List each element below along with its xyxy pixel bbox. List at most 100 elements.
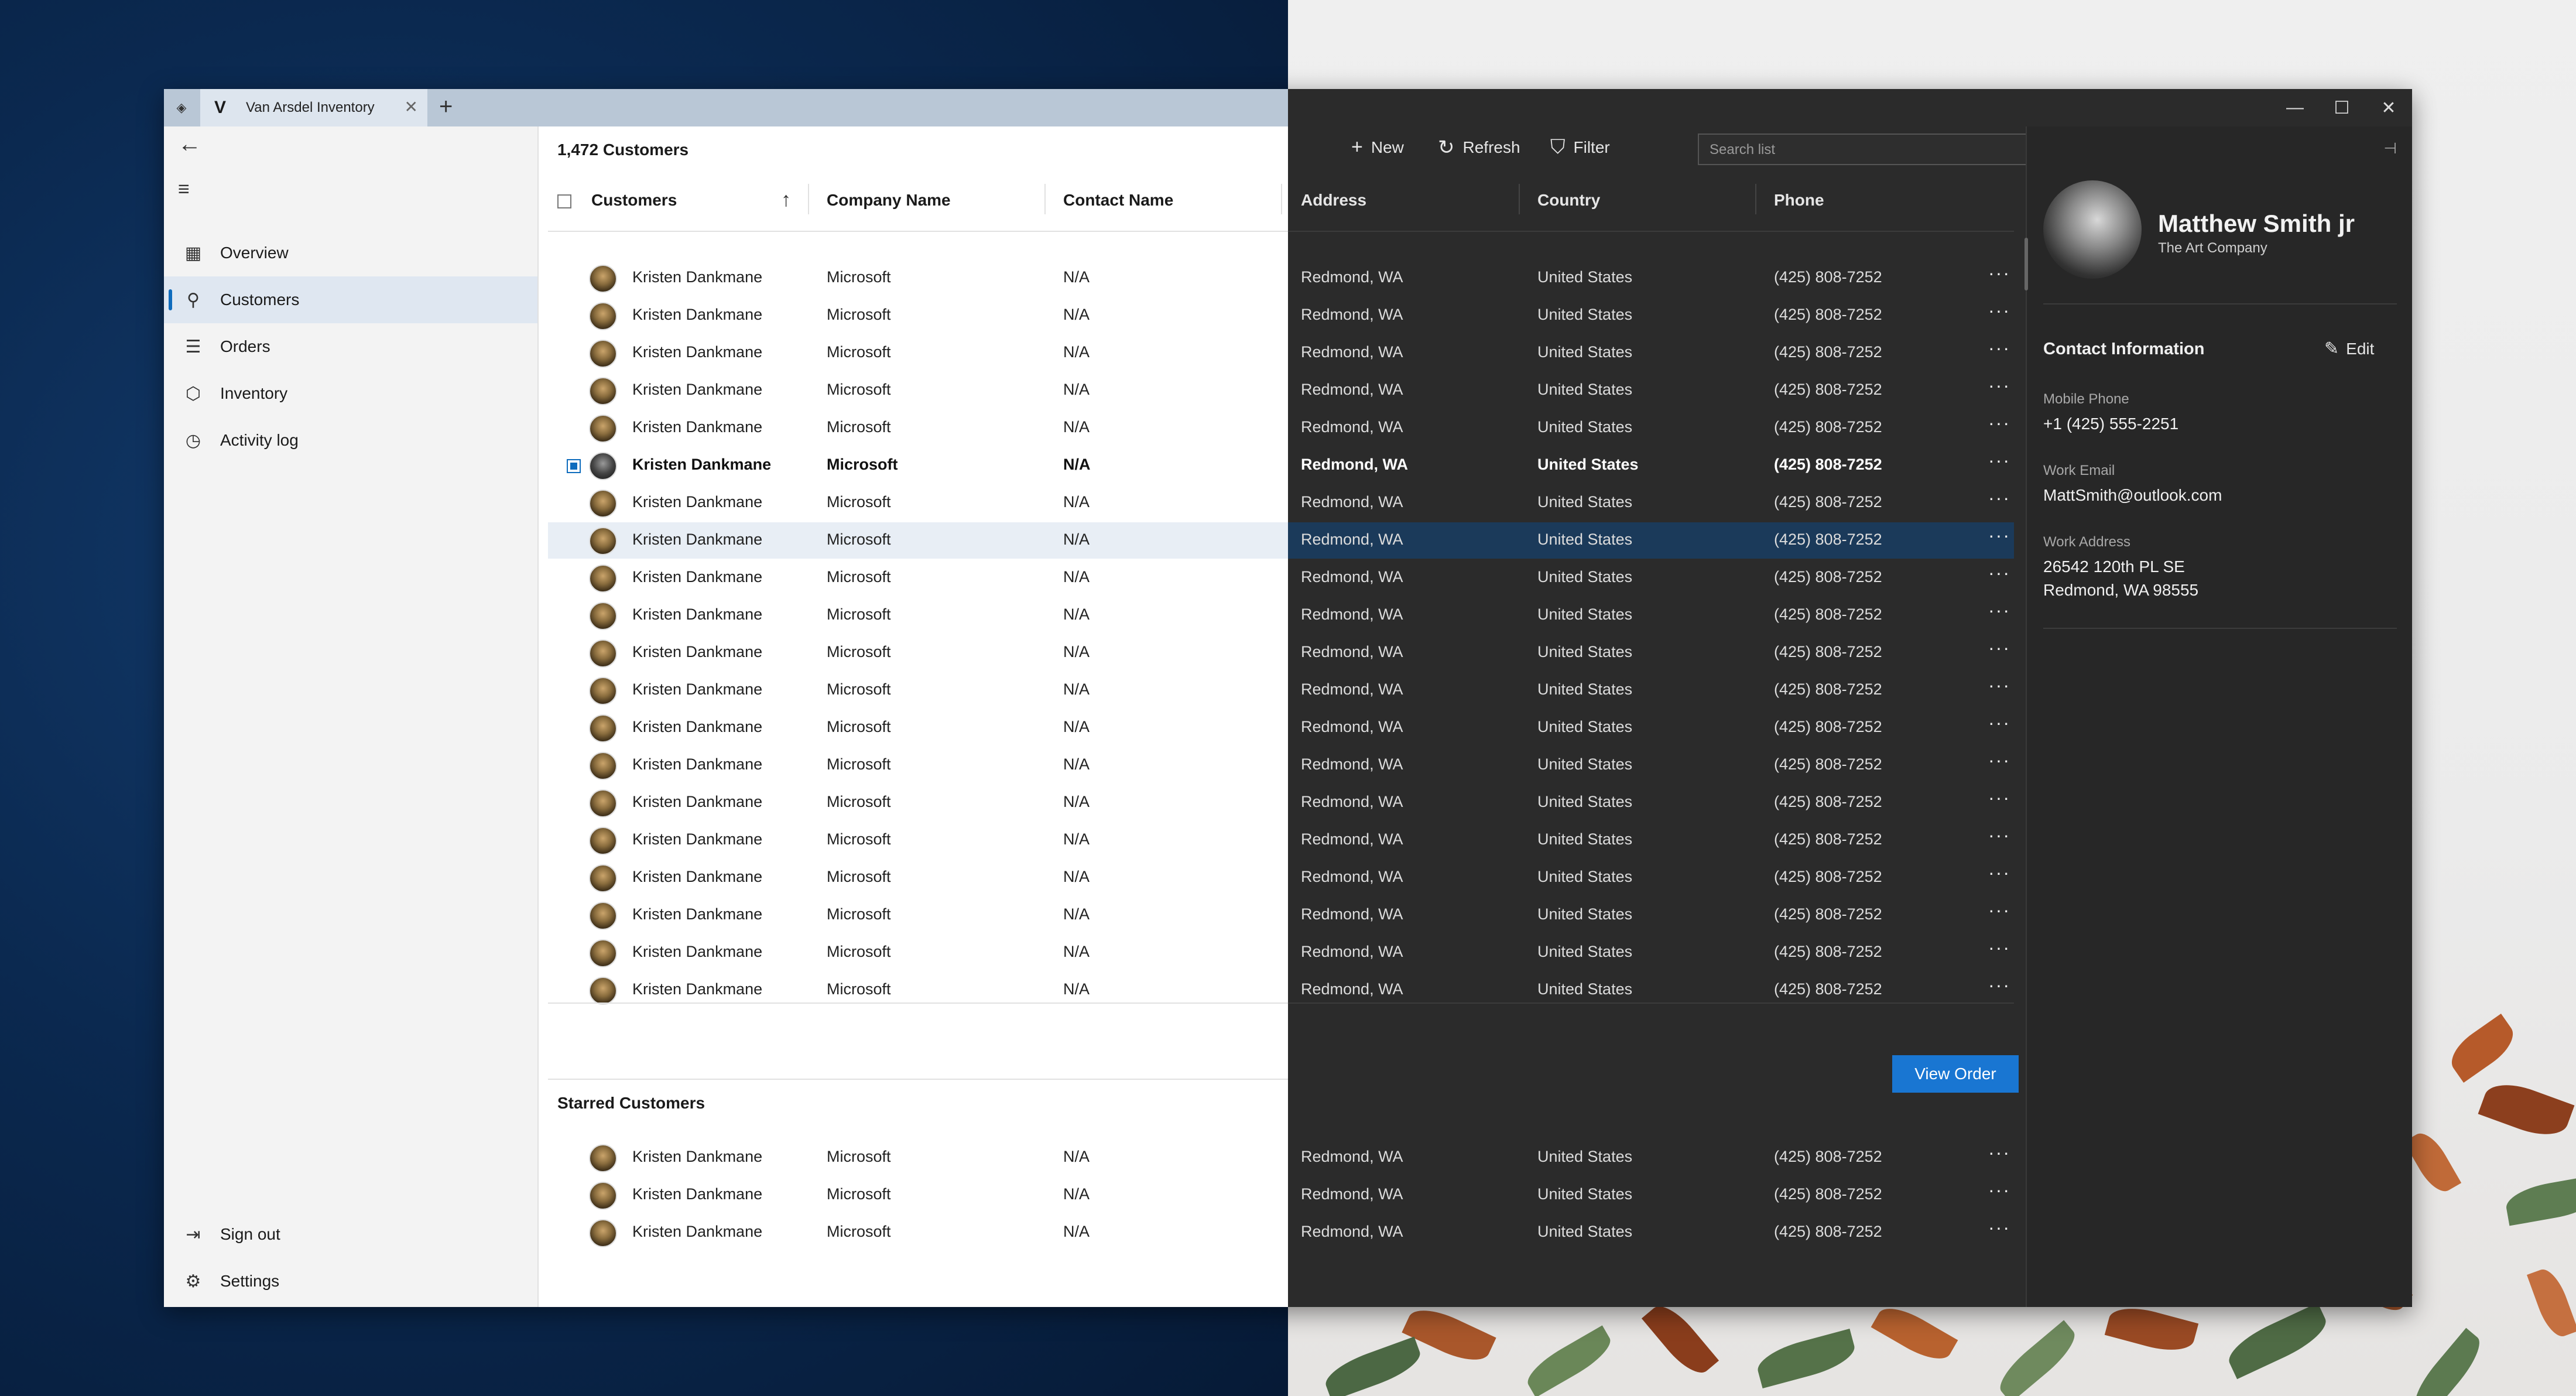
country-cell: United States bbox=[1537, 531, 1633, 548]
more-options-icon[interactable]: ··· bbox=[1988, 824, 2010, 846]
more-options-icon[interactable]: ··· bbox=[1988, 412, 2010, 434]
more-options-icon[interactable]: ··· bbox=[1988, 300, 2010, 321]
address-cell: Redmond, WA bbox=[1301, 718, 1403, 735]
more-options-icon[interactable]: ··· bbox=[1988, 750, 2010, 771]
hamburger-menu-icon[interactable]: ≡ bbox=[178, 178, 190, 201]
more-options-icon[interactable]: ··· bbox=[1988, 1142, 2010, 1164]
tab-close-icon[interactable]: ✕ bbox=[405, 97, 418, 117]
sidebar-item-settings[interactable]: ⚙ Settings bbox=[164, 1258, 537, 1305]
table-row[interactable] bbox=[164, 597, 165, 598]
table-row[interactable] bbox=[164, 372, 165, 373]
more-options-icon[interactable]: ··· bbox=[1988, 1217, 2010, 1238]
more-options-icon[interactable]: ··· bbox=[1988, 899, 2010, 921]
more-options-icon[interactable]: ··· bbox=[1988, 937, 2010, 959]
customer-name-cell: Kristen Dankmane bbox=[632, 268, 763, 286]
tab-van-arsdel[interactable]: V Van Arsdel Inventory ✕ bbox=[200, 89, 427, 126]
sidebar-item-label: Activity log bbox=[220, 431, 299, 449]
pin-icon[interactable]: ⊣ bbox=[2383, 139, 2397, 158]
column-header-customers[interactable]: Customers bbox=[591, 191, 677, 210]
more-options-icon[interactable]: ··· bbox=[1988, 675, 2010, 696]
more-options-icon[interactable]: ··· bbox=[1988, 525, 2010, 546]
select-all-checkbox[interactable] bbox=[557, 194, 571, 208]
country-cell: United States bbox=[1537, 418, 1633, 436]
maximize-button[interactable]: ☐ bbox=[2318, 94, 2365, 122]
company-cell: Microsoft bbox=[827, 568, 891, 586]
table-row[interactable] bbox=[164, 260, 165, 261]
table-row[interactable] bbox=[164, 447, 165, 448]
search-input[interactable]: Search list ⌕ bbox=[1698, 134, 2073, 165]
address-cell: Redmond, WA bbox=[1301, 605, 1403, 623]
contact-name: Matthew Smith jr bbox=[2158, 210, 2355, 237]
table-row[interactable] bbox=[164, 335, 165, 336]
avatar bbox=[589, 789, 617, 817]
table-row[interactable] bbox=[164, 1177, 165, 1178]
more-options-icon[interactable]: ··· bbox=[1988, 375, 2010, 396]
table-row[interactable] bbox=[164, 972, 165, 973]
column-header-address[interactable]: Address bbox=[1301, 191, 1366, 210]
customer-name-cell: Kristen Dankmane bbox=[632, 306, 763, 323]
plus-icon: + bbox=[1351, 136, 1363, 158]
table-row[interactable] bbox=[164, 522, 165, 523]
table-row[interactable] bbox=[164, 672, 165, 673]
minimize-button[interactable]: — bbox=[2272, 94, 2318, 122]
address-cell: Redmond, WA bbox=[1301, 980, 1403, 998]
row-checkbox[interactable] bbox=[567, 459, 581, 473]
contact-cell: N/A bbox=[1063, 718, 1090, 735]
new-button[interactable]: + New bbox=[1351, 136, 1404, 159]
more-options-icon[interactable]: ··· bbox=[1988, 337, 2010, 359]
refresh-button[interactable]: ↻ Refresh bbox=[1438, 136, 1520, 159]
table-row[interactable] bbox=[164, 897, 165, 898]
more-options-icon[interactable]: ··· bbox=[1988, 487, 2010, 509]
more-options-icon[interactable]: ··· bbox=[1988, 262, 2010, 284]
country-cell: United States bbox=[1537, 905, 1633, 923]
table-row[interactable] bbox=[164, 297, 165, 298]
tab-menu-icon[interactable]: ◈ bbox=[164, 89, 199, 126]
sidebar-item-customers[interactable]: ⚲ Customers bbox=[164, 276, 537, 323]
back-arrow-icon[interactable]: ← bbox=[178, 131, 201, 158]
customer-count: 1,472 Customers bbox=[557, 141, 689, 159]
country-cell: United States bbox=[1537, 493, 1633, 511]
more-options-icon[interactable]: ··· bbox=[1988, 450, 2010, 471]
more-options-icon[interactable]: ··· bbox=[1988, 637, 2010, 659]
column-header-phone[interactable]: Phone bbox=[1774, 191, 1824, 210]
sidebar-item-sign-out[interactable]: ⇥ Sign out bbox=[164, 1211, 537, 1258]
country-cell: United States bbox=[1537, 943, 1633, 960]
sidebar-item-overview[interactable]: ▦ Overview bbox=[164, 230, 537, 276]
column-header-country[interactable]: Country bbox=[1537, 191, 1600, 210]
phone-cell: (425) 808-7252 bbox=[1774, 868, 1882, 885]
more-options-icon[interactable]: ··· bbox=[1988, 712, 2010, 734]
scrollbar[interactable] bbox=[2025, 238, 2028, 290]
work-address-line1: 26542 120th PL SE bbox=[2043, 557, 2185, 576]
contact-cell: N/A bbox=[1063, 531, 1090, 548]
more-options-icon[interactable]: ··· bbox=[1988, 787, 2010, 809]
table-row[interactable] bbox=[164, 1214, 165, 1215]
company-cell: Microsoft bbox=[827, 605, 891, 623]
more-options-icon[interactable]: ··· bbox=[1988, 600, 2010, 621]
address-cell: Redmond, WA bbox=[1301, 418, 1403, 436]
table-row[interactable] bbox=[164, 822, 165, 823]
tab-title: Van Arsdel Inventory bbox=[246, 100, 375, 115]
new-tab-button[interactable]: + bbox=[439, 94, 453, 120]
sidebar-item-activity-log[interactable]: ◷ Activity log bbox=[164, 417, 537, 464]
edit-button[interactable]: ✎ Edit bbox=[2324, 338, 2374, 359]
column-header-company[interactable]: Company Name bbox=[827, 191, 951, 210]
more-options-icon[interactable]: ··· bbox=[1988, 862, 2010, 884]
country-cell: United States bbox=[1537, 830, 1633, 848]
more-options-icon[interactable]: ··· bbox=[1988, 1179, 2010, 1201]
more-options-icon[interactable]: ··· bbox=[1988, 562, 2010, 584]
phone-cell: (425) 808-7252 bbox=[1774, 493, 1882, 511]
sidebar-item-label: Orders bbox=[220, 337, 270, 355]
column-header-contact[interactable]: Contact Name bbox=[1063, 191, 1173, 210]
table-row[interactable] bbox=[164, 747, 165, 748]
sort-ascending-icon[interactable]: ↑ bbox=[781, 189, 791, 211]
contact-cell: N/A bbox=[1063, 306, 1090, 323]
contact-cell: N/A bbox=[1063, 493, 1090, 511]
close-button[interactable]: ✕ bbox=[2365, 94, 2412, 122]
company-cell: Microsoft bbox=[827, 493, 891, 511]
company-cell: Microsoft bbox=[827, 306, 891, 323]
filter-button[interactable]: ⛉ Filter bbox=[1550, 136, 1610, 159]
sidebar-item-inventory[interactable]: ⬡ Inventory bbox=[164, 370, 537, 417]
view-order-button[interactable]: View Order bbox=[1892, 1055, 2019, 1093]
more-options-icon[interactable]: ··· bbox=[1988, 974, 2010, 996]
sidebar-item-orders[interactable]: ☰ Orders bbox=[164, 323, 537, 370]
